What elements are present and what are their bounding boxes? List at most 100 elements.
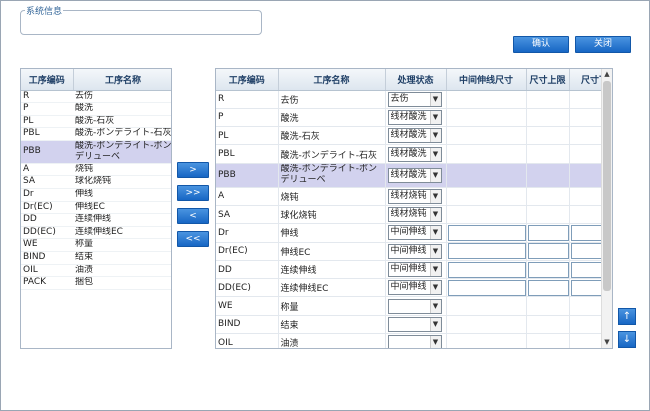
upper-limit-input[interactable]	[527, 224, 568, 241]
right-row-name: 球化烧钝	[278, 205, 386, 225]
chevron-down-icon[interactable]: ▼	[429, 244, 441, 258]
right-table-row[interactable]: PBL 酸洗-ボンデライト-石灰 线材酸洗 ▼	[216, 144, 612, 164]
mid-size-input[interactable]	[447, 243, 525, 260]
move-left-button[interactable]: <	[177, 208, 209, 224]
chevron-down-icon[interactable]: ▼	[429, 110, 441, 124]
chevron-down-icon[interactable]: ▼	[429, 168, 441, 182]
left-table-row[interactable]: Dr 伸线	[21, 188, 171, 202]
move-right-button[interactable]: >	[177, 162, 209, 178]
move-all-right-button[interactable]: >>	[177, 185, 209, 201]
status-select[interactable]: ▼	[387, 316, 442, 332]
upper-limit-input[interactable]	[527, 261, 568, 278]
chevron-down-icon[interactable]: ▼	[429, 281, 441, 295]
left-row-code: DD(EC)	[21, 226, 73, 240]
left-table-row[interactable]: SA 球化烧钝	[21, 175, 171, 190]
status-select[interactable]: 线材烧钝 ▼	[387, 207, 442, 223]
right-table-row[interactable]: BIND 结束 ▼	[216, 315, 612, 335]
left-table-row[interactable]: DD(EC) 连续伸线EC	[21, 226, 171, 240]
right-table-row[interactable]: Dr(EC) 伸线EC 中间伸线 ▼	[216, 242, 612, 261]
right-table-row[interactable]: DD 连续伸线 中间伸线 ▼	[216, 260, 612, 280]
move-down-button[interactable]: ↓	[618, 331, 636, 348]
status-select[interactable]: 中间伸线 ▼	[387, 225, 442, 241]
confirm-button[interactable]: 确认	[513, 36, 569, 53]
status-select[interactable]: 中间伸线 ▼	[387, 262, 442, 278]
close-button[interactable]: 关闭	[575, 36, 631, 53]
chevron-down-icon[interactable]: ▼	[429, 317, 441, 331]
left-table-row[interactable]: PBB 酸洗-ボンデライト-ボンデリューベ	[21, 140, 171, 164]
right-row-name: 伸线EC	[278, 242, 386, 261]
right-row-mid-size-input-cell	[446, 242, 527, 261]
status-select-value: 线材酸洗	[390, 130, 427, 141]
right-table-row[interactable]: PBB 酸洗-ボンデライト-ボンデリューベ 线材酸洗 ▼	[216, 163, 612, 188]
left-table-row[interactable]: R 去伤	[21, 90, 171, 104]
left-row-name: 捆包	[73, 276, 171, 290]
left-table-row[interactable]: PBL 酸洗-ボンデライト-石灰	[21, 127, 171, 141]
right-table-row[interactable]: A 烧钝 线材烧钝 ▼	[216, 187, 612, 206]
scroll-down-arrow-icon[interactable]: ▼	[602, 337, 612, 348]
left-table-row[interactable]: A 烧钝	[21, 163, 171, 177]
right-table-row[interactable]: DD(EC) 连续伸线EC 中间伸线 ▼	[216, 278, 612, 298]
right-table-row[interactable]: Dr 伸线 中间伸线 ▼	[216, 223, 612, 243]
right-header-code[interactable]: 工序编码	[216, 69, 279, 91]
scroll-thumb[interactable]	[603, 81, 611, 291]
upper-limit-input[interactable]	[527, 279, 568, 296]
status-select[interactable]: 去伤 ▼	[387, 91, 442, 107]
status-select[interactable]: ▼	[387, 335, 442, 348]
right-table-row[interactable]: SA 球化烧钝 线材烧钝 ▼	[216, 205, 612, 225]
right-row-upper-limit-input-cell	[526, 126, 570, 146]
right-row-status-cell: ▼	[385, 296, 447, 316]
right-table-row[interactable]: R 去伤 去伤 ▼	[216, 90, 612, 109]
right-table-row[interactable]: P 酸洗 线材酸洗 ▼	[216, 108, 612, 128]
chevron-down-icon[interactable]: ▼	[429, 336, 441, 348]
chevron-down-icon[interactable]: ▼	[429, 263, 441, 277]
left-table-row[interactable]: P 酸洗	[21, 102, 171, 116]
chevron-down-icon[interactable]: ▼	[429, 208, 441, 222]
mid-size-input[interactable]	[447, 261, 525, 278]
status-select[interactable]: 线材酸洗 ▼	[387, 146, 442, 162]
left-table-row[interactable]: DD 连续伸线	[21, 213, 171, 227]
left-table-row[interactable]: OIL 油渍	[21, 264, 171, 278]
chevron-down-icon[interactable]: ▼	[429, 92, 441, 106]
right-row-code: BIND	[216, 315, 279, 335]
left-table-row[interactable]: PACK 捆包	[21, 276, 171, 290]
move-all-left-button[interactable]: <<	[177, 231, 209, 247]
right-table-row[interactable]: OIL 油渍 ▼	[216, 333, 612, 348]
chevron-down-icon[interactable]: ▼	[429, 129, 441, 143]
status-select[interactable]: ▼	[387, 298, 442, 314]
status-select[interactable]: 中间伸线 ▼	[387, 243, 442, 259]
left-header-code[interactable]: 工序编码	[21, 69, 74, 91]
left-table-row[interactable]: PL 酸洗-石灰	[21, 115, 171, 129]
right-header-status[interactable]: 处理状态	[385, 69, 447, 91]
mid-size-input[interactable]	[447, 279, 525, 296]
right-row-status-cell: 线材酸洗 ▼	[385, 126, 447, 146]
mid-size-input[interactable]	[447, 224, 525, 241]
right-header-upper-limit[interactable]: 尺寸上限	[526, 69, 570, 91]
right-header-mid-size[interactable]: 中间伸线尺寸	[446, 69, 527, 91]
move-up-button[interactable]: ↑	[618, 308, 636, 325]
right-table-row[interactable]: WE 称量 ▼	[216, 296, 612, 316]
left-table-row[interactable]: WE 称量	[21, 238, 171, 253]
left-table-row[interactable]: Dr(EC) 伸线EC	[21, 201, 171, 215]
right-header-name[interactable]: 工序名称	[278, 69, 386, 91]
right-table-row[interactable]: PL 酸洗-石灰 线材酸洗 ▼	[216, 126, 612, 146]
status-select[interactable]: 线材酸洗 ▼	[387, 167, 442, 183]
status-select-value: 中间伸线	[390, 264, 427, 275]
status-select[interactable]: 线材烧钝 ▼	[387, 188, 442, 204]
status-select[interactable]: 线材酸洗 ▼	[387, 109, 442, 125]
vertical-scrollbar[interactable]: ▲ ▼	[601, 69, 612, 348]
scroll-up-arrow-icon[interactable]: ▲	[602, 69, 612, 80]
status-select[interactable]: 线材酸洗 ▼	[387, 128, 442, 144]
chevron-down-icon[interactable]: ▼	[429, 147, 441, 161]
left-table-row[interactable]: BIND 结束	[21, 251, 171, 265]
status-select[interactable]: 中间伸线 ▼	[387, 280, 442, 296]
status-select-value: 去伤	[390, 93, 409, 104]
left-header-name[interactable]: 工序名称	[73, 69, 171, 91]
left-table-body: R 去伤 P 酸洗 PL 酸洗-石灰 PBL 酸洗-ボンデライト-石灰 PBB 酸洗-ボンデライト…	[21, 90, 171, 290]
right-row-mid-size-input-cell	[446, 108, 527, 128]
status-select-value: 线材酸洗	[390, 169, 427, 180]
upper-limit-input[interactable]	[527, 243, 568, 260]
chevron-down-icon[interactable]: ▼	[429, 226, 441, 240]
chevron-down-icon[interactable]: ▼	[429, 299, 441, 313]
chevron-down-icon[interactable]: ▼	[429, 189, 441, 203]
left-row-name: 酸洗	[73, 102, 171, 116]
